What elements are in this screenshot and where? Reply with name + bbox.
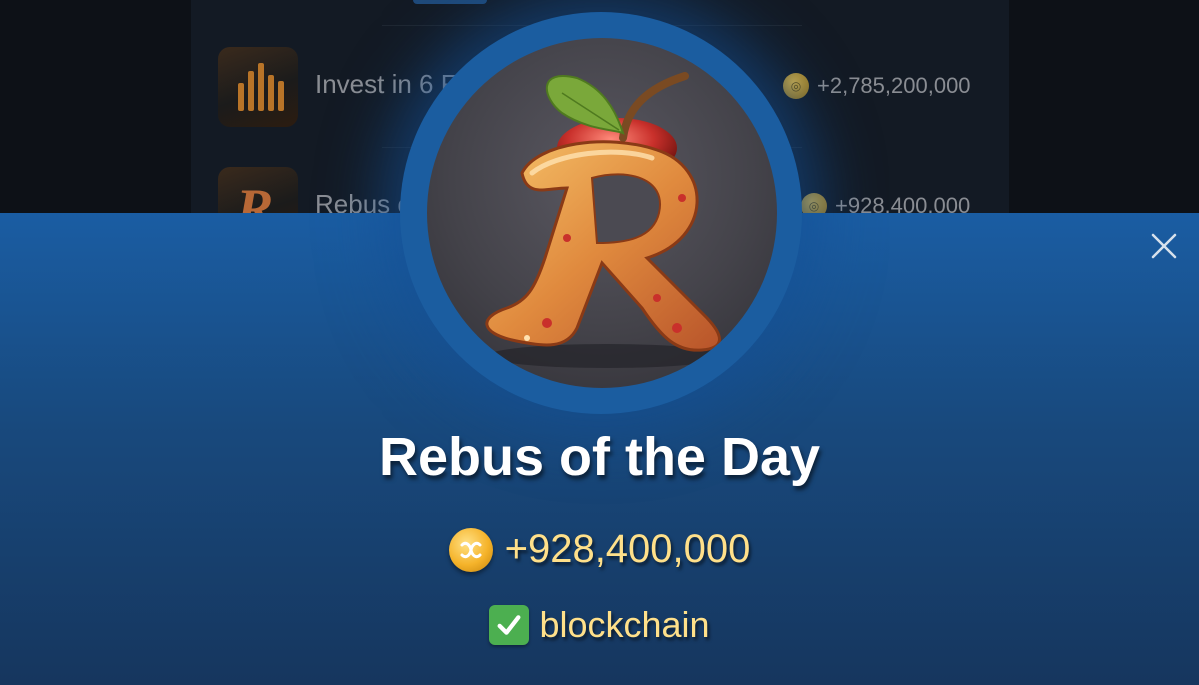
reward-display: +928,400,000	[0, 527, 1199, 572]
coin-icon	[448, 527, 493, 572]
task-reward: ◎ +2,785,200,000	[783, 73, 971, 99]
task-reward-value: +2,785,200,000	[817, 73, 971, 98]
modal-title: Rebus of the Day	[378, 427, 821, 487]
rebus-image	[427, 38, 777, 388]
close-button[interactable]	[1144, 226, 1184, 266]
answer-display: blockchain	[0, 604, 1199, 646]
coin-icon: ◎	[783, 73, 809, 99]
reward-value: +928,400,000	[504, 527, 751, 571]
answer-text: blockchain	[539, 604, 710, 645]
tab-indicator	[413, 0, 487, 4]
close-icon	[1151, 233, 1177, 259]
apple-r-icon	[485, 72, 727, 368]
check-icon	[489, 605, 530, 645]
chart-icon	[218, 47, 298, 127]
